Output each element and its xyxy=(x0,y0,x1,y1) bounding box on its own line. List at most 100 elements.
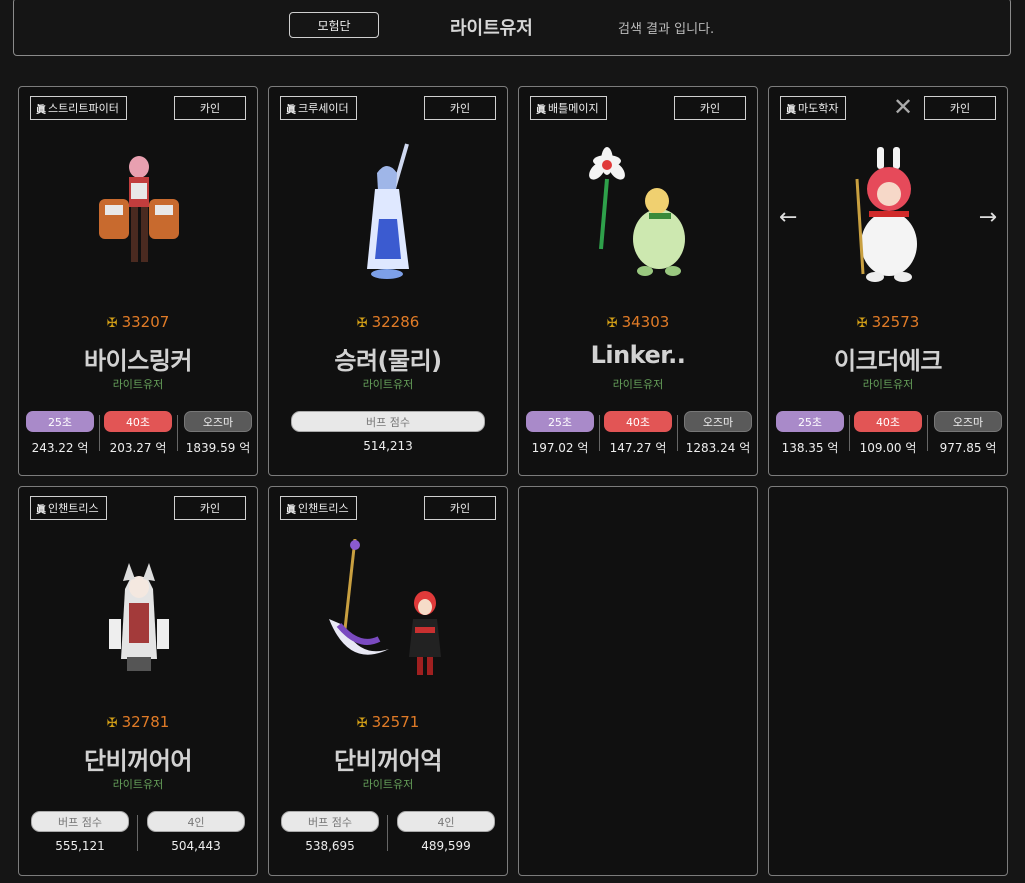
guild-name: 라이트유저 xyxy=(612,378,664,391)
fame-score: ✠ 32573 xyxy=(769,313,1007,331)
search-result-message: 검색 결과 입니다. xyxy=(618,22,715,37)
character-card[interactable]: 眞 인챈트리스 카인 ✠ 32571 단비꺼어억 라이트유저 버프 점수 538,69… xyxy=(268,486,508,876)
arrow-left-icon[interactable]: ← xyxy=(779,205,797,230)
job-tag[interactable]: 眞 인챈트리스 xyxy=(280,496,357,520)
empty-card-slot xyxy=(518,486,758,876)
fame-value: 32573 xyxy=(871,313,920,331)
server-button[interactable]: 카인 xyxy=(924,96,996,120)
job-tag[interactable]: 眞 인챈트리스 xyxy=(30,496,107,520)
stat-label[interactable]: 40초 xyxy=(854,411,922,432)
character-card[interactable]: 眞 인챈트리스 카인 ✠ 32781 단비꺼어어 라이트유저 버프 점수 555,12… xyxy=(18,486,258,876)
character-portrait xyxy=(329,539,441,675)
guild-name: 라이트유저 xyxy=(112,778,164,791)
jin-icon: 眞 xyxy=(36,104,46,116)
job-label: 인챈트리스 xyxy=(298,502,349,515)
character-card[interactable]: 眞 마도학자 ✕ 카인 ← → ✠ 32573 이크더에크 라이트유저 25초 138… xyxy=(768,86,1008,476)
server-button[interactable]: 카인 xyxy=(674,96,746,120)
stat-40s: 40초 147.27 억 xyxy=(604,411,672,456)
fame-value: 32781 xyxy=(121,713,170,731)
buff-score: 버프 점수 514,213 xyxy=(291,411,485,453)
divider xyxy=(137,815,138,851)
server-button[interactable]: 카인 xyxy=(424,496,496,520)
guild-name: 라이트유저 xyxy=(362,778,414,791)
adventure-group-button[interactable]: 모험단 xyxy=(289,12,379,38)
character-card[interactable]: 眞 배틀메이지 카인 ✠ 34303 Linker.. 라이트유저 25초 197.0… xyxy=(518,86,758,476)
job-tag[interactable]: 眞 마도학자 xyxy=(780,96,847,120)
stat-label[interactable]: 25초 xyxy=(526,411,594,432)
fame-crest-icon: ✠ xyxy=(356,716,368,731)
stat-value: 1283.24 억 xyxy=(685,441,751,455)
job-tag[interactable]: 眞 스트리트파이터 xyxy=(30,96,127,120)
arrow-right-icon[interactable]: → xyxy=(979,205,997,230)
character-portrait xyxy=(109,563,169,671)
stat-label[interactable]: 25초 xyxy=(26,411,94,432)
job-tag[interactable]: 眞 배틀메이지 xyxy=(530,96,607,120)
divider xyxy=(177,415,178,451)
fame-crest-icon: ✠ xyxy=(356,316,368,331)
buff-score-label[interactable]: 버프 점수 xyxy=(291,411,485,432)
server-button[interactable]: 카인 xyxy=(174,96,246,120)
fame-value: 32286 xyxy=(371,313,420,331)
stat-value: 977.85 억 xyxy=(939,441,997,455)
guild-name: 라이트유저 xyxy=(862,378,914,391)
stat-label[interactable]: 40초 xyxy=(104,411,172,432)
stat-40s: 40초 109.00 억 xyxy=(854,411,922,456)
empty-card-slot xyxy=(768,486,1008,876)
stat-40s: 40초 203.27 억 xyxy=(104,411,172,456)
buff-stats: 버프 점수 555,121 4인 504,443 xyxy=(31,811,245,861)
fame-value: 34303 xyxy=(621,313,670,331)
party-score-value: 489,599 xyxy=(421,839,471,853)
stat-label[interactable]: 오즈마 xyxy=(184,411,252,432)
buff-score-label[interactable]: 버프 점수 xyxy=(281,811,379,832)
fame-crest-icon: ✠ xyxy=(106,716,118,731)
stat-ozma: 오즈마 1283.24 억 xyxy=(684,411,752,456)
stat-value: 147.27 억 xyxy=(609,441,667,455)
character-name: 승려(물리) xyxy=(334,347,442,375)
stat-25s: 25초 243.22 억 xyxy=(26,411,94,456)
party-score-label[interactable]: 4인 xyxy=(397,811,495,832)
jin-icon: 眞 xyxy=(286,504,296,516)
character-name: 단비꺼어억 xyxy=(334,747,442,775)
character-card[interactable]: 眞 크루세이더 카인 ✠ 32286 승려(물리) 라이트유저 버프 점수 514,… xyxy=(268,86,508,476)
stat-label[interactable]: 25초 xyxy=(776,411,844,432)
fame-score: ✠ 33207 xyxy=(19,313,257,331)
stat-value: 1839.59 억 xyxy=(185,441,251,455)
divider xyxy=(599,415,600,451)
stat-label[interactable]: 오즈마 xyxy=(684,411,752,432)
job-label: 마도학자 xyxy=(798,102,839,115)
party-score: 4인 489,599 xyxy=(397,811,495,853)
search-name: 라이트유저 xyxy=(450,18,533,39)
search-header: 모험단 라이트유저 검색 결과 입니다. xyxy=(13,0,1011,56)
server-button[interactable]: 카인 xyxy=(424,96,496,120)
buff-score-label[interactable]: 버프 점수 xyxy=(31,811,129,832)
stat-25s: 25초 138.35 억 xyxy=(776,411,844,456)
character-portrait xyxy=(99,156,179,262)
stat-value: 203.27 억 xyxy=(109,441,167,455)
character-card[interactable]: 眞 스트리트파이터 카인 ✠ 33207 바이스링커 라이트유저 25초 243.22… xyxy=(18,86,258,476)
character-name: 이크더에크 xyxy=(834,347,942,375)
party-score-label[interactable]: 4인 xyxy=(147,811,245,832)
server-button[interactable]: 카인 xyxy=(174,496,246,520)
party-score-value: 504,443 xyxy=(171,839,221,853)
buff-score-value: 555,121 xyxy=(55,839,105,853)
jin-icon: 眞 xyxy=(536,104,546,116)
character-portrait xyxy=(589,147,685,276)
stat-label[interactable]: 40초 xyxy=(604,411,672,432)
stat-label[interactable]: 오즈마 xyxy=(934,411,1002,432)
fame-value: 33207 xyxy=(121,313,170,331)
character-name: 단비꺼어어 xyxy=(84,747,192,775)
fame-score: ✠ 34303 xyxy=(519,313,757,331)
stat-value: 109.00 억 xyxy=(859,441,917,455)
close-icon[interactable]: ✕ xyxy=(893,95,913,119)
guild-name: 라이트유저 xyxy=(112,378,164,391)
damage-stats: 25초 243.22 억 40초 203.27 억 오즈마 1839.59 억 xyxy=(24,411,252,461)
job-label: 크루세이더 xyxy=(298,102,349,115)
buff-score-value: 538,695 xyxy=(305,839,355,853)
divider xyxy=(849,415,850,451)
buff-stats: 버프 점수 538,695 4인 489,599 xyxy=(281,811,495,861)
stat-value: 138.35 억 xyxy=(781,441,839,455)
character-name: Linker.. xyxy=(590,341,686,369)
character-name: 바이스링커 xyxy=(84,347,192,375)
fame-value: 32571 xyxy=(371,713,420,731)
job-tag[interactable]: 眞 크루세이더 xyxy=(280,96,357,120)
